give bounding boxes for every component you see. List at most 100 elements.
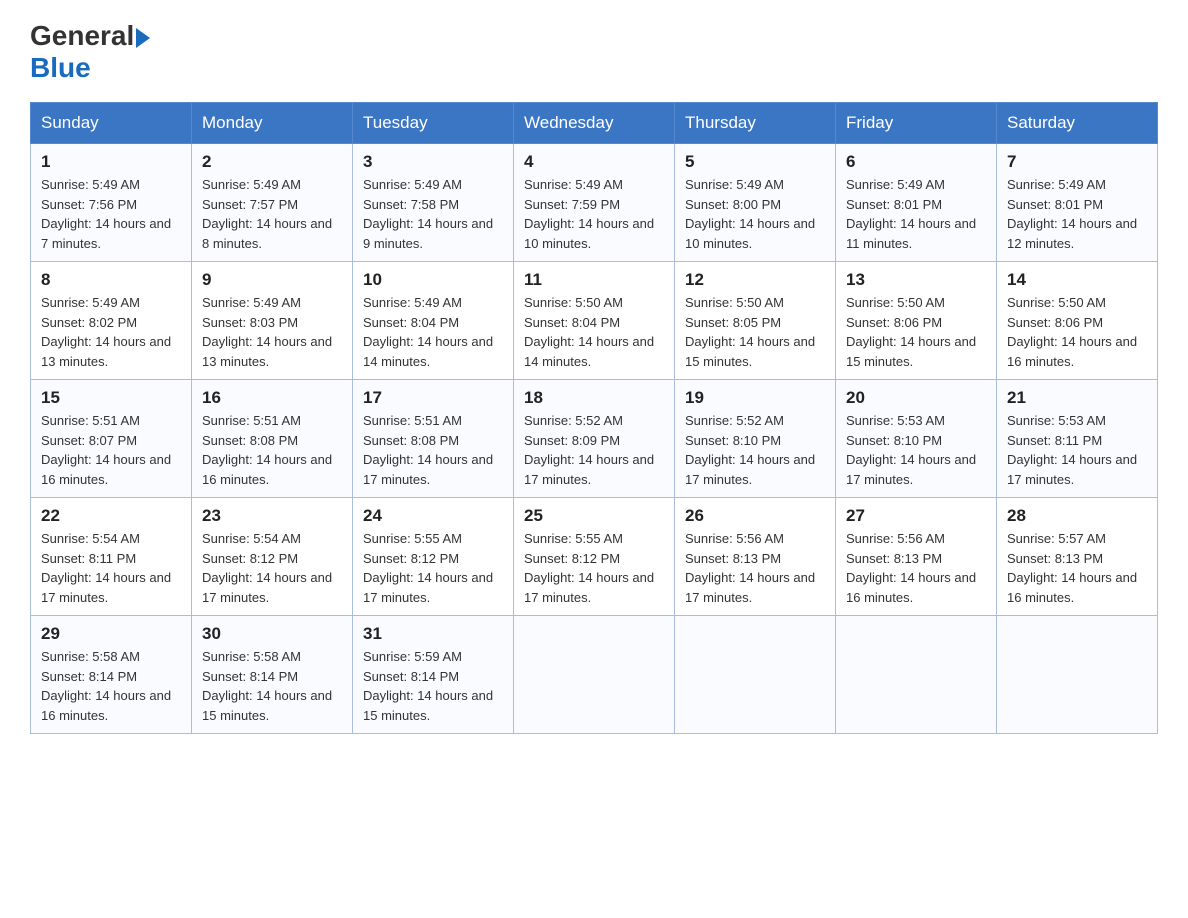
day-info: Sunrise: 5:58 AMSunset: 8:14 PMDaylight:… xyxy=(41,647,181,725)
day-number: 3 xyxy=(363,152,503,172)
column-header-thursday: Thursday xyxy=(675,103,836,144)
day-number: 9 xyxy=(202,270,342,290)
day-number: 24 xyxy=(363,506,503,526)
calendar-cell: 5 Sunrise: 5:49 AMSunset: 8:00 PMDaylight… xyxy=(675,144,836,262)
day-number: 28 xyxy=(1007,506,1147,526)
day-info: Sunrise: 5:49 AMSunset: 7:59 PMDaylight:… xyxy=(524,175,664,253)
day-info: Sunrise: 5:49 AMSunset: 8:00 PMDaylight:… xyxy=(685,175,825,253)
calendar-cell: 22 Sunrise: 5:54 AMSunset: 8:11 PMDayligh… xyxy=(31,498,192,616)
day-info: Sunrise: 5:59 AMSunset: 8:14 PMDaylight:… xyxy=(363,647,503,725)
day-info: Sunrise: 5:55 AMSunset: 8:12 PMDaylight:… xyxy=(363,529,503,607)
calendar-cell: 19 Sunrise: 5:52 AMSunset: 8:10 PMDayligh… xyxy=(675,380,836,498)
day-info: Sunrise: 5:57 AMSunset: 8:13 PMDaylight:… xyxy=(1007,529,1147,607)
calendar-cell: 7 Sunrise: 5:49 AMSunset: 8:01 PMDaylight… xyxy=(997,144,1158,262)
day-info: Sunrise: 5:49 AMSunset: 7:58 PMDaylight:… xyxy=(363,175,503,253)
calendar-cell: 14 Sunrise: 5:50 AMSunset: 8:06 PMDayligh… xyxy=(997,262,1158,380)
day-info: Sunrise: 5:52 AMSunset: 8:10 PMDaylight:… xyxy=(685,411,825,489)
day-info: Sunrise: 5:51 AMSunset: 8:07 PMDaylight:… xyxy=(41,411,181,489)
calendar-cell xyxy=(836,616,997,734)
day-info: Sunrise: 5:54 AMSunset: 8:11 PMDaylight:… xyxy=(41,529,181,607)
logo: General Blue xyxy=(30,20,150,84)
day-number: 27 xyxy=(846,506,986,526)
day-number: 25 xyxy=(524,506,664,526)
calendar-cell: 8 Sunrise: 5:49 AMSunset: 8:02 PMDaylight… xyxy=(31,262,192,380)
calendar-cell: 13 Sunrise: 5:50 AMSunset: 8:06 PMDayligh… xyxy=(836,262,997,380)
day-number: 22 xyxy=(41,506,181,526)
logo-general-text: General xyxy=(30,20,134,52)
day-info: Sunrise: 5:56 AMSunset: 8:13 PMDaylight:… xyxy=(846,529,986,607)
day-info: Sunrise: 5:49 AMSunset: 8:03 PMDaylight:… xyxy=(202,293,342,371)
calendar-cell xyxy=(675,616,836,734)
day-number: 11 xyxy=(524,270,664,290)
day-number: 10 xyxy=(363,270,503,290)
day-number: 19 xyxy=(685,388,825,408)
day-info: Sunrise: 5:53 AMSunset: 8:11 PMDaylight:… xyxy=(1007,411,1147,489)
day-info: Sunrise: 5:56 AMSunset: 8:13 PMDaylight:… xyxy=(685,529,825,607)
day-number: 31 xyxy=(363,624,503,644)
day-number: 16 xyxy=(202,388,342,408)
calendar-cell: 6Sunrise: 5:49 AMSunset: 8:01 PMDaylight… xyxy=(836,144,997,262)
calendar-cell: 12 Sunrise: 5:50 AMSunset: 8:05 PMDayligh… xyxy=(675,262,836,380)
calendar-cell: 27 Sunrise: 5:56 AMSunset: 8:13 PMDayligh… xyxy=(836,498,997,616)
calendar-cell xyxy=(997,616,1158,734)
day-info: Sunrise: 5:54 AMSunset: 8:12 PMDaylight:… xyxy=(202,529,342,607)
day-number: 14 xyxy=(1007,270,1147,290)
day-number: 5 xyxy=(685,152,825,172)
header-row: SundayMondayTuesdayWednesdayThursdayFrid… xyxy=(31,103,1158,144)
calendar-cell: 4 Sunrise: 5:49 AMSunset: 7:59 PMDaylight… xyxy=(514,144,675,262)
calendar-cell: 23Sunrise: 5:54 AMSunset: 8:12 PMDayligh… xyxy=(192,498,353,616)
calendar-cell: 21Sunrise: 5:53 AMSunset: 8:11 PMDayligh… xyxy=(997,380,1158,498)
day-info: Sunrise: 5:49 AMSunset: 8:01 PMDaylight:… xyxy=(1007,175,1147,253)
calendar-cell: 24 Sunrise: 5:55 AMSunset: 8:12 PMDayligh… xyxy=(353,498,514,616)
column-header-tuesday: Tuesday xyxy=(353,103,514,144)
calendar-cell: 29Sunrise: 5:58 AMSunset: 8:14 PMDayligh… xyxy=(31,616,192,734)
week-row-1: 1 Sunrise: 5:49 AMSunset: 7:56 PMDaylight… xyxy=(31,144,1158,262)
day-info: Sunrise: 5:51 AMSunset: 8:08 PMDaylight:… xyxy=(202,411,342,489)
day-number: 7 xyxy=(1007,152,1147,172)
day-number: 6 xyxy=(846,152,986,172)
page-header: General Blue xyxy=(30,20,1158,84)
calendar-cell: 30Sunrise: 5:58 AMSunset: 8:14 PMDayligh… xyxy=(192,616,353,734)
calendar-cell: 3 Sunrise: 5:49 AMSunset: 7:58 PMDaylight… xyxy=(353,144,514,262)
day-number: 1 xyxy=(41,152,181,172)
day-info: Sunrise: 5:52 AMSunset: 8:09 PMDaylight:… xyxy=(524,411,664,489)
calendar-cell: 31 Sunrise: 5:59 AMSunset: 8:14 PMDayligh… xyxy=(353,616,514,734)
day-info: Sunrise: 5:50 AMSunset: 8:06 PMDaylight:… xyxy=(1007,293,1147,371)
day-info: Sunrise: 5:49 AMSunset: 7:56 PMDaylight:… xyxy=(41,175,181,253)
calendar-cell xyxy=(514,616,675,734)
calendar-cell: 16 Sunrise: 5:51 AMSunset: 8:08 PMDayligh… xyxy=(192,380,353,498)
calendar-cell: 20Sunrise: 5:53 AMSunset: 8:10 PMDayligh… xyxy=(836,380,997,498)
day-number: 13 xyxy=(846,270,986,290)
calendar-table: SundayMondayTuesdayWednesdayThursdayFrid… xyxy=(30,102,1158,734)
logo-blue-text: Blue xyxy=(30,52,91,83)
calendar-cell: 1 Sunrise: 5:49 AMSunset: 7:56 PMDaylight… xyxy=(31,144,192,262)
week-row-4: 22 Sunrise: 5:54 AMSunset: 8:11 PMDayligh… xyxy=(31,498,1158,616)
day-info: Sunrise: 5:50 AMSunset: 8:05 PMDaylight:… xyxy=(685,293,825,371)
column-header-friday: Friday xyxy=(836,103,997,144)
day-info: Sunrise: 5:49 AMSunset: 8:02 PMDaylight:… xyxy=(41,293,181,371)
calendar-cell: 9 Sunrise: 5:49 AMSunset: 8:03 PMDaylight… xyxy=(192,262,353,380)
week-row-2: 8 Sunrise: 5:49 AMSunset: 8:02 PMDaylight… xyxy=(31,262,1158,380)
day-number: 15 xyxy=(41,388,181,408)
column-header-monday: Monday xyxy=(192,103,353,144)
day-info: Sunrise: 5:53 AMSunset: 8:10 PMDaylight:… xyxy=(846,411,986,489)
calendar-cell: 26 Sunrise: 5:56 AMSunset: 8:13 PMDayligh… xyxy=(675,498,836,616)
day-number: 17 xyxy=(363,388,503,408)
day-info: Sunrise: 5:49 AMSunset: 8:04 PMDaylight:… xyxy=(363,293,503,371)
column-header-saturday: Saturday xyxy=(997,103,1158,144)
logo-arrow-icon xyxy=(136,28,150,48)
day-number: 30 xyxy=(202,624,342,644)
day-number: 8 xyxy=(41,270,181,290)
calendar-cell: 10 Sunrise: 5:49 AMSunset: 8:04 PMDayligh… xyxy=(353,262,514,380)
calendar-cell: 11Sunrise: 5:50 AMSunset: 8:04 PMDayligh… xyxy=(514,262,675,380)
day-number: 4 xyxy=(524,152,664,172)
day-number: 2 xyxy=(202,152,342,172)
day-number: 12 xyxy=(685,270,825,290)
day-number: 26 xyxy=(685,506,825,526)
day-number: 18 xyxy=(524,388,664,408)
week-row-3: 15 Sunrise: 5:51 AMSunset: 8:07 PMDayligh… xyxy=(31,380,1158,498)
week-row-5: 29Sunrise: 5:58 AMSunset: 8:14 PMDayligh… xyxy=(31,616,1158,734)
day-info: Sunrise: 5:51 AMSunset: 8:08 PMDaylight:… xyxy=(363,411,503,489)
day-info: Sunrise: 5:50 AMSunset: 8:06 PMDaylight:… xyxy=(846,293,986,371)
calendar-cell: 15 Sunrise: 5:51 AMSunset: 8:07 PMDayligh… xyxy=(31,380,192,498)
